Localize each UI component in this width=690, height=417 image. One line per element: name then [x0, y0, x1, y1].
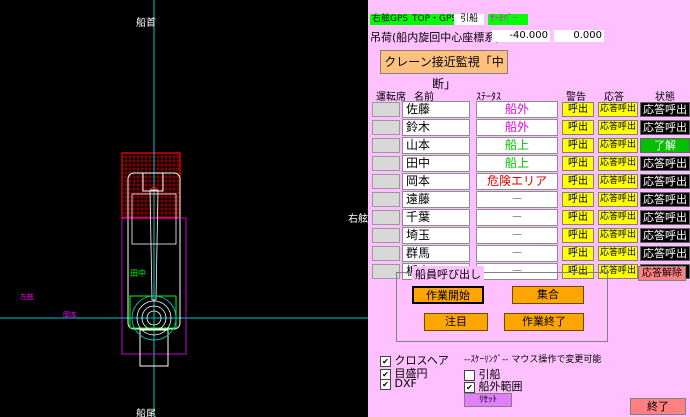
toolbar-search-bar[interactable]: ｻｰﾁﾊﾞｰ	[488, 14, 528, 25]
port-label: 左舷	[20, 293, 34, 301]
stern-label: 船尾	[136, 409, 156, 417]
call-button[interactable]: 呼出	[562, 138, 594, 153]
exit-button[interactable]: 終了	[630, 398, 686, 415]
response-call-button[interactable]: 応答呼出	[598, 210, 638, 225]
dxf-label: DXF	[394, 377, 417, 390]
crew-name: 遠藤	[402, 191, 470, 208]
response-call-button[interactable]: 応答呼出	[598, 138, 638, 153]
crew-state: 応答呼出	[640, 102, 690, 117]
call-button[interactable]: 呼出	[562, 228, 594, 243]
response-release-button[interactable]: 応答解除	[638, 266, 686, 281]
toolbar-right-gps[interactable]: 右舷GPS	[370, 14, 411, 25]
gather-button[interactable]: 集合	[512, 286, 584, 304]
crew-state: 応答呼出	[640, 246, 690, 261]
worker-marker-tanaka: 田中	[130, 269, 146, 278]
toolbar-top-gps[interactable]: TOP・GPS	[410, 14, 460, 25]
crew-call-group	[396, 272, 608, 342]
seat-button[interactable]	[372, 192, 400, 207]
call-button[interactable]: 呼出	[562, 210, 594, 225]
call-button[interactable]: 呼出	[562, 246, 594, 261]
crew-call-title: 船員呼び出し	[412, 266, 484, 282]
load-coords-label: 吊荷(船内旋回中心座標系)	[370, 31, 500, 44]
crew-name: 群馬	[402, 245, 470, 262]
outboard-range-option[interactable]: ✔ 船外範囲	[464, 378, 523, 394]
toolbar-tow[interactable]: 引船	[454, 14, 484, 25]
worker-marker-okamoto: 岡本	[63, 311, 77, 319]
crew-name: 鈴木	[402, 119, 470, 136]
seat-button[interactable]	[372, 246, 400, 261]
crew-status: －	[476, 191, 558, 208]
load-x-value: -40.000	[492, 30, 550, 42]
bow-label: 船首	[136, 18, 156, 29]
ship-top-view[interactable]: 船首 船尾 右舷 左舷 田中 岡本	[0, 0, 368, 417]
call-button[interactable]: 呼出	[562, 102, 594, 117]
crew-status: 船上	[476, 137, 558, 154]
load-y-value: 0.000	[554, 30, 604, 42]
crew-name: 田中	[402, 155, 470, 172]
seat-button[interactable]	[372, 138, 400, 153]
crew-name: 埼玉	[402, 227, 470, 244]
crew-state: 応答呼出	[640, 120, 690, 135]
crew-status: 危険エリア	[476, 173, 558, 190]
call-button[interactable]: 呼出	[562, 120, 594, 135]
seat-button[interactable]	[372, 120, 400, 135]
dxf-option[interactable]: ✔ DXF	[380, 377, 417, 390]
crew-state: 応答呼出	[640, 228, 690, 243]
seat-button[interactable]	[372, 156, 400, 171]
seat-button[interactable]	[372, 210, 400, 225]
response-call-button[interactable]: 応答呼出	[598, 192, 638, 207]
crew-status: 船外	[476, 119, 558, 136]
control-panel: 右舷GPS TOP・GPS 引船 ｻｰﾁﾊﾞｰ 吊荷(船内旋回中心座標系) -4…	[368, 0, 690, 417]
crew-name: 佐藤	[402, 101, 470, 118]
start-work-button[interactable]: 作業開始	[412, 286, 484, 304]
response-call-button[interactable]: 応答呼出	[598, 228, 638, 243]
crew-name: 千葉	[402, 209, 470, 226]
crew-status: －	[476, 227, 558, 244]
seat-button[interactable]	[372, 174, 400, 189]
ship-diagram	[0, 0, 368, 417]
call-button[interactable]: 呼出	[562, 174, 594, 189]
outboard-range-label: 船外範囲	[478, 380, 523, 393]
dxf-checkbox[interactable]: ✔	[380, 378, 391, 390]
crew-status: 船外	[476, 101, 558, 118]
seat-button[interactable]	[372, 102, 400, 117]
outboard-range-checkbox[interactable]: ✔	[464, 381, 475, 393]
header-response: 応答	[604, 92, 624, 103]
call-button[interactable]: 呼出	[562, 156, 594, 171]
attention-button[interactable]: 注目	[424, 313, 488, 331]
response-call-button[interactable]: 応答呼出	[598, 102, 638, 117]
call-button[interactable]: 呼出	[562, 192, 594, 207]
scaling-title: --ｽｹｰﾘﾝｸﾞ-- マウス操作で変更可能	[464, 355, 602, 365]
seat-button[interactable]	[372, 228, 400, 243]
response-call-button[interactable]: 応答呼出	[598, 246, 638, 261]
crew-state: 応答呼出	[640, 210, 690, 225]
crew-state: 応答呼出	[640, 174, 690, 189]
crew-name: 山本	[402, 137, 470, 154]
response-call-button[interactable]: 応答呼出	[598, 174, 638, 189]
crew-state: 応答呼出	[640, 192, 690, 207]
crane-monitor-button[interactable]: クレーン接近監視「中断」	[380, 50, 508, 91]
crew-status: －	[476, 245, 558, 262]
header-alert: 警告	[566, 92, 586, 103]
crew-status: 船上	[476, 155, 558, 172]
end-work-button[interactable]: 作業終了	[504, 313, 584, 331]
header-state: 状態	[655, 92, 675, 103]
reset-button[interactable]: ﾘｾｯﾄ	[464, 393, 512, 407]
crew-state: 了解	[640, 138, 690, 153]
starboard-label: 右舷	[348, 214, 368, 225]
crew-state: 応答呼出	[640, 156, 690, 171]
response-call-button[interactable]: 応答呼出	[598, 120, 638, 135]
crew-status: －	[476, 209, 558, 226]
crew-name: 岡本	[402, 173, 470, 190]
response-call-button[interactable]: 応答呼出	[598, 156, 638, 171]
danger-zone	[121, 152, 181, 219]
